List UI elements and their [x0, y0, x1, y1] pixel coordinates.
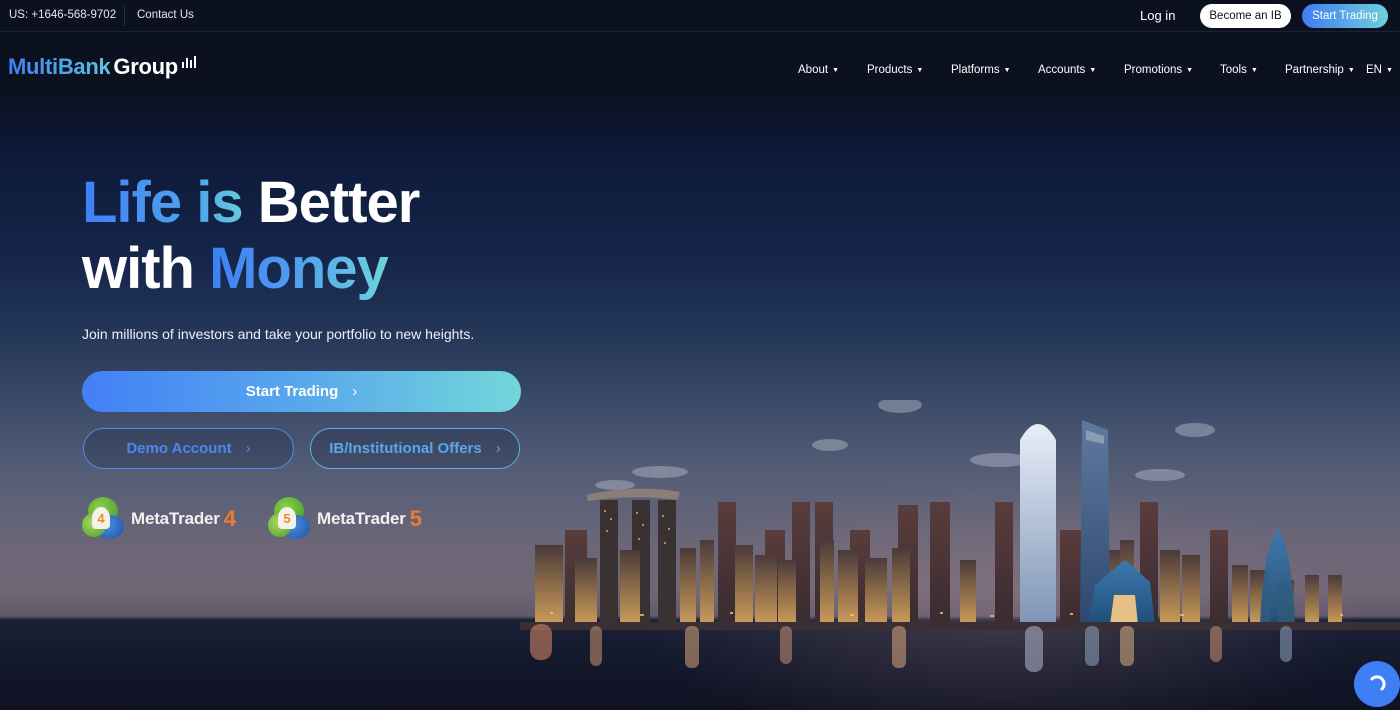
topbar-divider	[124, 6, 125, 26]
headline-word-life: Life	[82, 170, 182, 235]
nav-item-label: Tools	[1220, 64, 1247, 76]
nav-item-partnership[interactable]: Partnership ▼	[1285, 64, 1366, 76]
caret-down-icon: ▼	[1003, 66, 1011, 74]
caret-down-icon: ▼	[916, 66, 924, 74]
nav-item-label: Partnership	[1285, 64, 1344, 76]
nav-item-label: Accounts	[1038, 64, 1086, 76]
nav-item-promotions[interactable]: Promotions ▼	[1124, 64, 1220, 76]
chevron-right-icon: ›	[495, 440, 501, 457]
caret-down-icon: ▼	[1186, 66, 1194, 74]
demo-account-button[interactable]: Demo Account ›	[83, 428, 294, 469]
top-utility-bar: US: +1646-568-9702 Contact Us Log in Bec…	[0, 0, 1400, 32]
login-link[interactable]: Log in	[1140, 8, 1175, 23]
nav-item-products[interactable]: Products ▼	[867, 64, 951, 76]
chevron-right-icon: ›	[245, 440, 251, 457]
caret-down-icon: ▼	[1250, 66, 1258, 74]
demo-account-label: Demo Account	[126, 440, 232, 457]
language-selector[interactable]: EN ▼	[1366, 64, 1393, 76]
chat-widget-button[interactable]	[1354, 661, 1400, 707]
city-skyline-image	[520, 400, 1400, 630]
nav-item-label: Platforms	[951, 64, 1000, 76]
nav-item-accounts[interactable]: Accounts ▼	[1038, 64, 1124, 76]
nav-item-label: About	[798, 64, 829, 76]
ib-institutional-offers-button[interactable]: IB/Institutional Offers ›	[310, 428, 520, 469]
nav-menu: About ▼ Products ▼ Platforms ▼ Accounts ▼ Pr…	[798, 64, 1393, 76]
caret-down-icon: ▼	[1385, 66, 1393, 74]
contact-us-link[interactable]: Contact Us	[137, 9, 194, 21]
caret-down-icon: ▼	[1089, 66, 1097, 74]
metatrader-4-version: 4	[223, 506, 236, 531]
metatrader-4-link[interactable]: 4 MetaTrader 4	[82, 497, 236, 541]
hero-subtitle: Join millions of investors and take your…	[82, 326, 475, 342]
language-label: EN	[1366, 64, 1382, 76]
water-reflection	[530, 624, 1292, 672]
headline-word-money: Money	[209, 236, 389, 301]
start-trading-button[interactable]: Start Trading ›	[82, 371, 521, 412]
metatrader-4-name: MetaTrader	[131, 509, 220, 528]
nav-item-tools[interactable]: Tools ▼	[1220, 64, 1285, 76]
logo-text-multibank: MultiBank	[8, 54, 111, 79]
logo-text-group: Group	[113, 54, 178, 79]
chat-loading-icon	[1370, 675, 1386, 691]
nav-item-label: Products	[867, 64, 913, 76]
become-ib-button[interactable]: Become an IB	[1200, 4, 1291, 28]
headline-word-with: with	[82, 236, 195, 301]
headline-word-is: is	[196, 170, 243, 235]
brand-logo[interactable]: MultiBank Group	[8, 54, 196, 80]
caret-down-icon: ▼	[1347, 66, 1355, 74]
metatrader-5-link[interactable]: 5 MetaTrader 5	[268, 497, 422, 541]
start-trading-label: Start Trading	[245, 383, 339, 400]
metatrader-5-version: 5	[409, 506, 422, 531]
ib-offers-label: IB/Institutional Offers	[329, 440, 482, 457]
metatrader-5-icon: 5	[268, 497, 312, 541]
start-trading-top-button[interactable]: Start Trading	[1302, 4, 1388, 28]
nav-item-label: Promotions	[1124, 64, 1183, 76]
metatrader-5-name: MetaTrader	[317, 509, 406, 528]
nav-item-about[interactable]: About ▼	[798, 64, 867, 76]
phone-number[interactable]: US: +1646-568-9702	[9, 9, 116, 21]
main-navigation: MultiBank Group About ▼ Products ▼ Platfor…	[0, 40, 1400, 96]
caret-down-icon: ▼	[832, 66, 839, 74]
nav-item-platforms[interactable]: Platforms ▼	[951, 64, 1038, 76]
headline-word-better: Better	[257, 170, 421, 235]
metatrader-4-icon: 4	[82, 497, 126, 541]
chevron-right-icon: ›	[352, 383, 358, 400]
hero-headline: Life is Better with Money	[82, 170, 421, 302]
bar-chart-icon	[181, 54, 196, 68]
